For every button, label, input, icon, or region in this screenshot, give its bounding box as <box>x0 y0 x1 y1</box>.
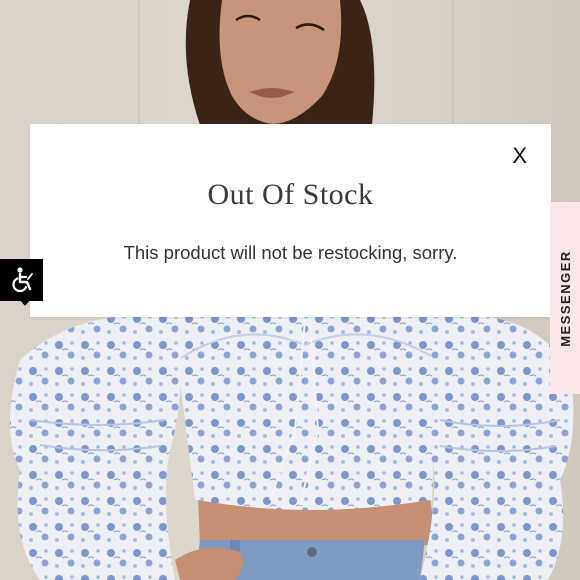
messenger-tab[interactable]: MESSENGER <box>550 202 580 394</box>
out-of-stock-modal: X Out Of Stock This product will not be … <box>30 124 551 317</box>
wheelchair-icon <box>11 267 33 293</box>
page: X Out Of Stock This product will not be … <box>0 0 580 580</box>
accessibility-button[interactable] <box>0 259 43 301</box>
close-button[interactable]: X <box>512 144 527 168</box>
accessibility-button-pointer <box>20 300 30 306</box>
modal-message: This product will not be restocking, sor… <box>123 242 458 263</box>
messenger-label: MESSENGER <box>557 249 573 347</box>
modal-title: Out Of Stock <box>207 178 374 211</box>
